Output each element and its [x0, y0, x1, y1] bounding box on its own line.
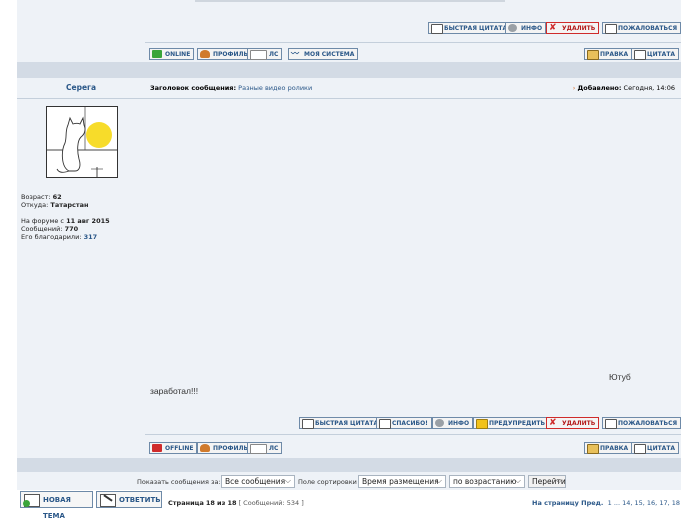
post-subject: Заголовок сообщения: Разные видео ролики [150, 84, 313, 92]
age-value: 62 [52, 193, 62, 201]
quote-icon [431, 24, 443, 34]
cat-avatar-image [47, 107, 117, 177]
quick-quote-button[interactable]: БЫСТРАЯ ЦИТАТА [299, 417, 383, 429]
current-page: 18 [205, 499, 215, 507]
show-posts-label: Показать сообщения за: [137, 478, 221, 486]
messages-count: [ Сообщений: 534 ] [238, 499, 304, 507]
profile-button[interactable]: ПРОФИЛЬ [197, 48, 253, 60]
from-value: Татарстан [50, 201, 89, 209]
warn-button[interactable]: ПРЕДУПРЕДИТЬ [473, 417, 550, 429]
edit-icon [587, 444, 599, 454]
author-details: Возраст: 62 Откуда: Татарстан На форуме … [21, 193, 143, 241]
prev-post-right: БЫСТРАЯ ЦИТАТА ИНФО ✘ УДАЛИТЬ ПОЖАЛОВАТЬС… [145, 0, 682, 62]
edit-icon [587, 50, 599, 60]
post-body-text-right: Ютуб [609, 372, 631, 382]
offline-status-button[interactable]: OFFLINE [149, 442, 198, 454]
page-links[interactable]: 1 ... 14, 15, 16, 17, 18 [608, 499, 680, 507]
online-status-button[interactable]: ONLINE [149, 48, 195, 60]
reply-icon [100, 494, 116, 507]
quick-quote-button[interactable]: БЫСТРАЯ ЦИТАТА [428, 22, 512, 34]
offline-icon [152, 444, 162, 452]
post-date: › Добавлено: Сегодня, 14:06 [572, 84, 675, 92]
reply-button[interactable]: ОТВЕТИТЬ [96, 491, 162, 508]
thanked-value[interactable]: 317 [84, 233, 98, 241]
prev-page-link[interactable]: Пред. [581, 499, 603, 507]
total-pages: 18 [227, 499, 237, 507]
messages-value: 770 [64, 225, 79, 233]
report-icon [605, 419, 617, 429]
post-body-panel: Заголовок сообщения: Разные видео ролики… [145, 78, 682, 458]
report-icon [605, 24, 617, 34]
since-label: На форуме с [21, 217, 64, 225]
thumbs-up-icon [379, 419, 391, 429]
go-button[interactable]: Перейти [528, 475, 566, 488]
delete-icon: ✘ [549, 23, 557, 33]
since-value: 11 авг 2015 [66, 217, 110, 225]
gear-icon [435, 419, 444, 427]
quote-button[interactable]: ЦИТАТА [631, 48, 680, 60]
quote-plus-icon [634, 50, 646, 60]
post-header: Заголовок сообщения: Разные видео ролики… [145, 78, 681, 99]
messages-label: Сообщений: [21, 225, 63, 233]
sort-order-select[interactable]: по возрастанию [449, 475, 525, 488]
warning-icon [476, 419, 488, 429]
sort-field-select[interactable]: Время размещения [358, 475, 446, 488]
report-button[interactable]: ПОЖАЛОВАТЬСЯ [602, 417, 682, 429]
avatar[interactable] [46, 106, 118, 178]
report-button[interactable]: ПОЖАЛОВАТЬСЯ [602, 22, 682, 34]
pm-button[interactable]: ЛС [247, 48, 283, 60]
post-author-panel: Серега Возраст: 62 Откуда: Татарстан На … [17, 78, 145, 458]
thanks-button[interactable]: СПАСИБО! [376, 417, 432, 429]
envelope-icon [250, 50, 267, 60]
pagination: На страницу Пред. 1 ... 14, 15, 16, 17, … [532, 499, 680, 507]
from-label: Откуда: [21, 201, 49, 209]
post-container: БЫСТРАЯ ЦИТАТА ИНФО ✘ УДАЛИТЬ ПОЖАЛОВАТЬС… [17, 0, 682, 509]
envelope-icon [250, 444, 267, 454]
user-icon [200, 50, 210, 58]
goto-page-label[interactable]: На страницу [532, 499, 579, 507]
delete-button[interactable]: ✘ УДАЛИТЬ [546, 417, 600, 429]
thanked-label: Его благодарили: [21, 233, 82, 241]
user-icon [200, 444, 210, 452]
delete-button[interactable]: ✘ УДАЛИТЬ [546, 22, 600, 34]
pagination-info: Страница 18 из 18 [ Сообщений: 534 ] [168, 499, 304, 507]
pm-button[interactable]: ЛС [247, 442, 283, 454]
quote-icon [302, 419, 314, 429]
quote-plus-icon [634, 444, 646, 454]
post-separator [17, 458, 681, 472]
online-icon [152, 50, 162, 58]
sort-field-label: Поле сортировки [298, 478, 357, 486]
age-label: Возраст: [21, 193, 51, 201]
edit-button[interactable]: ПРАВКА [584, 442, 633, 454]
profile-button[interactable]: ПРОФИЛЬ [197, 442, 253, 454]
post-subject-link[interactable]: Разные видео ролики [238, 84, 312, 92]
post-body-text: заработал!!! [150, 386, 199, 396]
post-link-icon[interactable]: › [573, 84, 576, 92]
new-topic-icon [23, 494, 40, 507]
prev-post-left [17, 0, 145, 62]
delete-icon: ✘ [549, 418, 557, 428]
prev-post-text-fragment [195, 0, 505, 2]
gear-icon [508, 24, 517, 32]
author-name[interactable]: Серега [17, 78, 145, 99]
my-system-button[interactable]: 〰 МОЯ СИСТЕМА [288, 48, 359, 60]
pulse-icon: 〰 [291, 49, 299, 58]
edit-button[interactable]: ПРАВКА [584, 48, 633, 60]
info-button[interactable]: ИНФО [505, 22, 547, 34]
quote-button[interactable]: ЦИТАТА [631, 442, 680, 454]
show-posts-select[interactable]: Все сообщения [221, 475, 295, 488]
post-separator [17, 62, 681, 78]
new-topic-button[interactable]: НОВАЯ ТЕМА [20, 491, 93, 520]
info-button[interactable]: ИНФО [432, 417, 474, 429]
